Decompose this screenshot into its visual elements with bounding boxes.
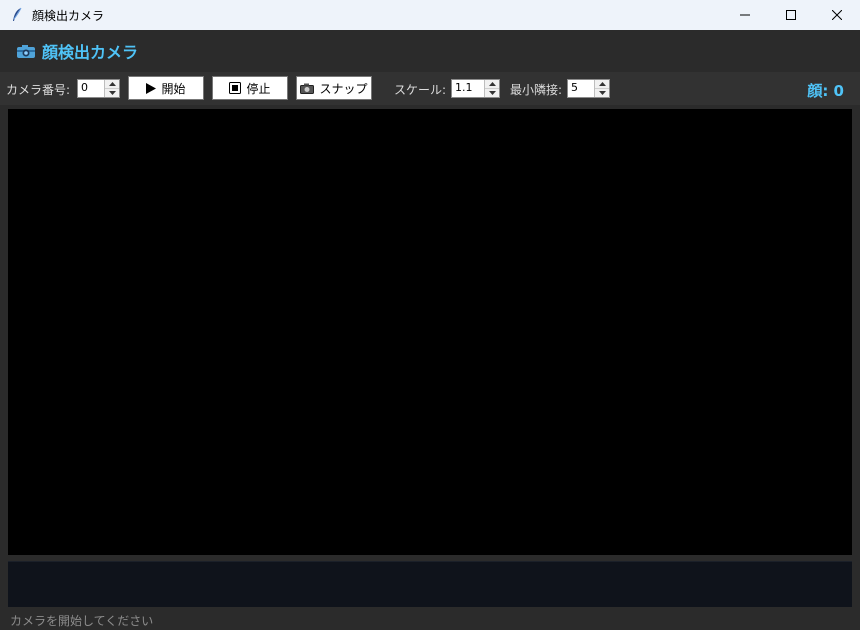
scale-value: 1.1 (455, 81, 473, 94)
snap-button[interactable]: スナップ (296, 76, 372, 100)
spin-down-icon[interactable] (485, 88, 499, 97)
window-titlebar: 顔検出カメラ (0, 0, 860, 30)
spin-down-icon[interactable] (595, 88, 609, 97)
play-icon (146, 82, 157, 94)
close-icon[interactable] (814, 0, 860, 30)
stop-icon (229, 82, 242, 94)
camera-number-value: 0 (81, 81, 88, 94)
feather-icon (10, 7, 24, 23)
start-button-label: 開始 (161, 81, 186, 96)
spin-up-icon[interactable] (105, 80, 119, 88)
camera-number-spinbox[interactable]: 0 (77, 79, 120, 98)
min-neighbors-label: 最小隣接: (510, 83, 563, 97)
spin-down-icon[interactable] (105, 88, 119, 97)
stop-button-label: 停止 (246, 81, 271, 96)
maximize-icon[interactable] (768, 0, 814, 30)
log-area (8, 561, 852, 607)
snap-button-label: スナップ (319, 81, 368, 96)
app-title: 顔検出カメラ (42, 43, 139, 62)
video-display (8, 109, 852, 555)
stop-button[interactable]: 停止 (212, 76, 288, 100)
window-controls (722, 0, 860, 30)
camera-icon (300, 83, 315, 94)
app-header: 顔検出カメラ (0, 30, 860, 72)
spin-up-icon[interactable] (595, 80, 609, 88)
status-text: カメラを開始してください (10, 614, 154, 628)
camera-number-label: カメラ番号: (6, 83, 71, 97)
min-neighbors-value: 5 (571, 81, 578, 94)
window-title: 顔検出カメラ (32, 8, 105, 23)
scale-label: スケール: (394, 83, 447, 97)
face-count: 顔: 0 (807, 82, 844, 100)
start-button[interactable]: 開始 (128, 76, 204, 100)
camera-icon (16, 43, 36, 59)
toolbar: カメラ番号: 0 開始 停止 スナップ スケール: 1.1 最小隣接: 5 顔:… (0, 72, 860, 105)
min-neighbors-spinbox[interactable]: 5 (567, 79, 610, 98)
scale-spinbox[interactable]: 1.1 (451, 79, 500, 98)
minimize-icon[interactable] (722, 0, 768, 30)
spin-up-icon[interactable] (485, 80, 499, 88)
